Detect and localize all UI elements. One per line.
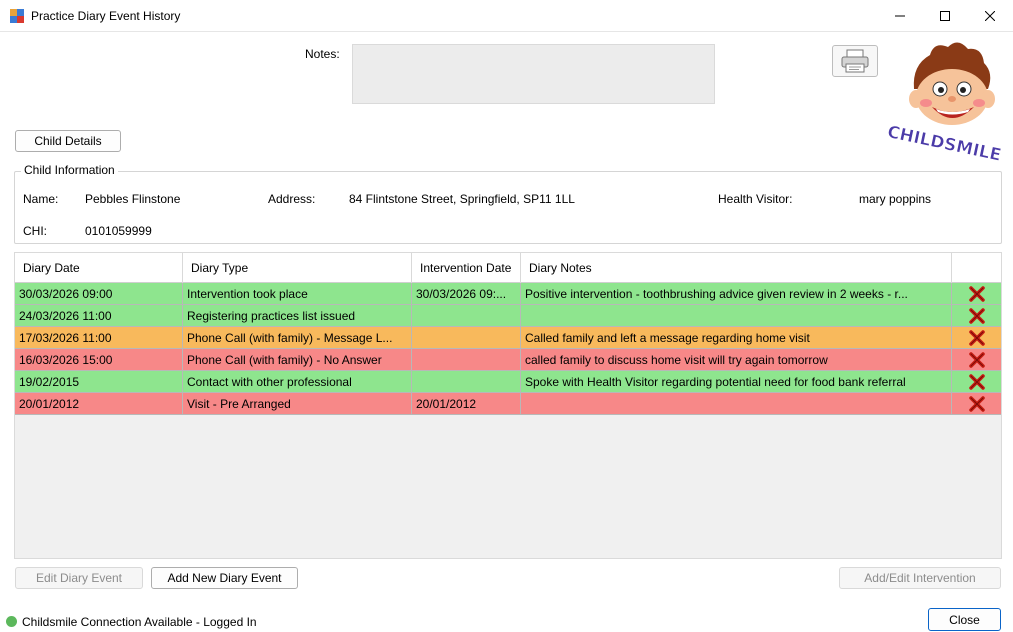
childsmile-logo: CHILDSMILE [885, 42, 1003, 161]
child-name: Pebbles Flinstone [85, 192, 181, 206]
cell-diary-notes: called family to discuss home visit will… [521, 349, 952, 371]
connection-status-icon [6, 616, 17, 627]
cell-diary-date: 16/03/2026 15:00 [15, 349, 183, 371]
delete-row-button[interactable] [952, 283, 1001, 305]
title-bar: Practice Diary Event History [0, 0, 1013, 32]
cell-intervention-date: 30/03/2026 09:... [412, 283, 521, 305]
close-window-button[interactable] [967, 0, 1013, 32]
cell-diary-notes: Called family and left a message regardi… [521, 327, 952, 349]
delete-row-button[interactable] [952, 327, 1001, 349]
child-information-group: Child Information Name: Pebbles Flinston… [14, 163, 1002, 244]
app-icon [10, 9, 24, 23]
maximize-icon [940, 11, 950, 21]
cell-diary-type: Intervention took place [183, 283, 412, 305]
cell-diary-type: Visit - Pre Arranged [183, 393, 412, 415]
minimize-button[interactable] [877, 0, 923, 32]
table-header: Diary Date Diary Type Intervention Date … [15, 253, 1001, 283]
cell-diary-type: Contact with other professional [183, 371, 412, 393]
health-visitor-name: mary poppins [859, 192, 932, 206]
delete-row-button[interactable] [952, 305, 1001, 327]
cell-intervention-date [412, 371, 521, 393]
column-header-delete [952, 253, 1001, 283]
add-new-diary-event-button[interactable]: Add New Diary Event [151, 567, 298, 589]
table-row[interactable]: 30/03/2026 09:00 Intervention took place 3… [15, 283, 1001, 305]
chi-number: 0101059999 [85, 224, 152, 238]
delete-row-button[interactable] [952, 371, 1001, 393]
cell-diary-date: 24/03/2026 11:00 [15, 305, 183, 327]
table-row[interactable]: 24/03/2026 11:00 Registering practices li… [15, 305, 1001, 327]
close-button[interactable]: Close [928, 608, 1001, 631]
table-row[interactable]: 19/02/2015 Contact with other professiona… [15, 371, 1001, 393]
delete-icon [969, 351, 985, 368]
chi-label: CHI: [23, 224, 47, 238]
add-edit-intervention-button[interactable]: Add/Edit Intervention [839, 567, 1001, 589]
diary-events-table: Diary Date Diary Type Intervention Date … [14, 252, 1002, 559]
cell-diary-notes [521, 305, 952, 327]
delete-icon [969, 285, 985, 302]
column-header-diary-type[interactable]: Diary Type [183, 253, 412, 283]
child-information-title: Child Information [21, 163, 118, 177]
delete-row-button[interactable] [952, 393, 1001, 415]
delete-icon [969, 307, 985, 324]
cell-diary-notes: Positive intervention - toothbrushing ad… [521, 283, 952, 305]
maximize-button[interactable] [922, 0, 968, 32]
minimize-icon [895, 15, 905, 17]
delete-row-button[interactable] [952, 349, 1001, 371]
child-details-button[interactable]: Child Details [15, 130, 121, 152]
cell-intervention-date [412, 349, 521, 371]
cell-diary-type: Registering practices list issued [183, 305, 412, 327]
cell-diary-date: 30/03/2026 09:00 [15, 283, 183, 305]
column-header-diary-date[interactable]: Diary Date [15, 253, 183, 283]
cell-intervention-date [412, 305, 521, 327]
window-title: Practice Diary Event History [31, 9, 181, 23]
printer-icon [841, 49, 869, 73]
cell-diary-date: 19/02/2015 [15, 371, 183, 393]
table-row[interactable]: 17/03/2026 11:00 Phone Call (with family)… [15, 327, 1001, 349]
delete-icon [969, 373, 985, 390]
column-header-intervention-date[interactable]: Intervention Date [412, 253, 521, 283]
delete-icon [969, 329, 985, 346]
cell-diary-type: Phone Call (with family) - Message L... [183, 327, 412, 349]
cell-intervention-date: 20/01/2012 [412, 393, 521, 415]
cell-diary-type: Phone Call (with family) - No Answer [183, 349, 412, 371]
logo-text: CHILDSMILE [885, 122, 1003, 161]
cell-diary-notes: Spoke with Health Visitor regarding pote… [521, 371, 952, 393]
close-icon [985, 11, 995, 21]
table-row[interactable]: 20/01/2012 Visit - Pre Arranged 20/01/2012 [15, 393, 1001, 415]
print-button[interactable] [832, 45, 878, 77]
notes-field[interactable] [352, 44, 715, 104]
window-client: Notes: CHILDSMILE Child Details Child In… [0, 32, 1013, 632]
cell-diary-notes [521, 393, 952, 415]
connection-status-text: Childsmile Connection Available - Logged… [22, 615, 257, 629]
table-row[interactable]: 16/03/2026 15:00 Phone Call (with family)… [15, 349, 1001, 371]
address-label: Address: [268, 192, 316, 206]
notes-label: Notes: [305, 47, 340, 61]
delete-icon [969, 395, 985, 412]
cell-diary-date: 20/01/2012 [15, 393, 183, 415]
health-visitor-label: Health Visitor: [718, 192, 793, 206]
child-address: 84 Flintstone Street, Springfield, SP11 … [349, 192, 575, 206]
edit-diary-event-button[interactable]: Edit Diary Event [15, 567, 143, 589]
name-label: Name: [23, 192, 59, 206]
column-header-diary-notes[interactable]: Diary Notes [521, 253, 952, 283]
cell-diary-date: 17/03/2026 11:00 [15, 327, 183, 349]
cell-intervention-date [412, 327, 521, 349]
